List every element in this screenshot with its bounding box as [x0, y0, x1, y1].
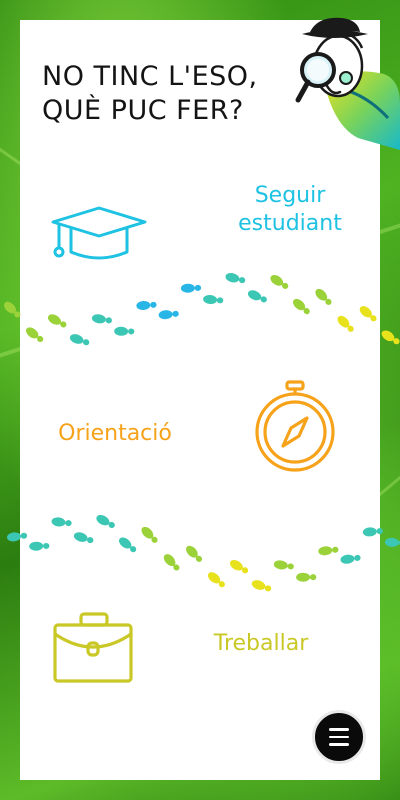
detective-mascot-image: [295, 17, 400, 150]
option-orientation-label: Orientació: [58, 421, 172, 446]
menu-button[interactable]: [312, 710, 366, 764]
option-study-label-line1: Seguir: [254, 183, 326, 208]
page-title-line1: NO TINC L'ESO,: [42, 61, 258, 92]
option-study-label-line2: estudiant: [238, 211, 342, 236]
graduation-cap-icon: [51, 206, 147, 260]
footprint: [385, 537, 400, 547]
footprint: [381, 330, 400, 345]
option-study[interactable]: Seguir estudiant: [40, 170, 360, 280]
option-orientation[interactable]: Orientació: [40, 380, 360, 480]
option-work[interactable]: Treballar: [40, 610, 360, 690]
briefcase-icon: [53, 612, 133, 683]
compass-icon: [255, 380, 335, 472]
page-title-line2: QUÈ PUC FER?: [42, 95, 244, 126]
option-study-label: Seguir estudiant: [220, 182, 360, 238]
option-work-label: Treballar: [213, 631, 309, 656]
page-title: NO TINC L'ESO, QUÈ PUC FER?: [42, 60, 292, 128]
